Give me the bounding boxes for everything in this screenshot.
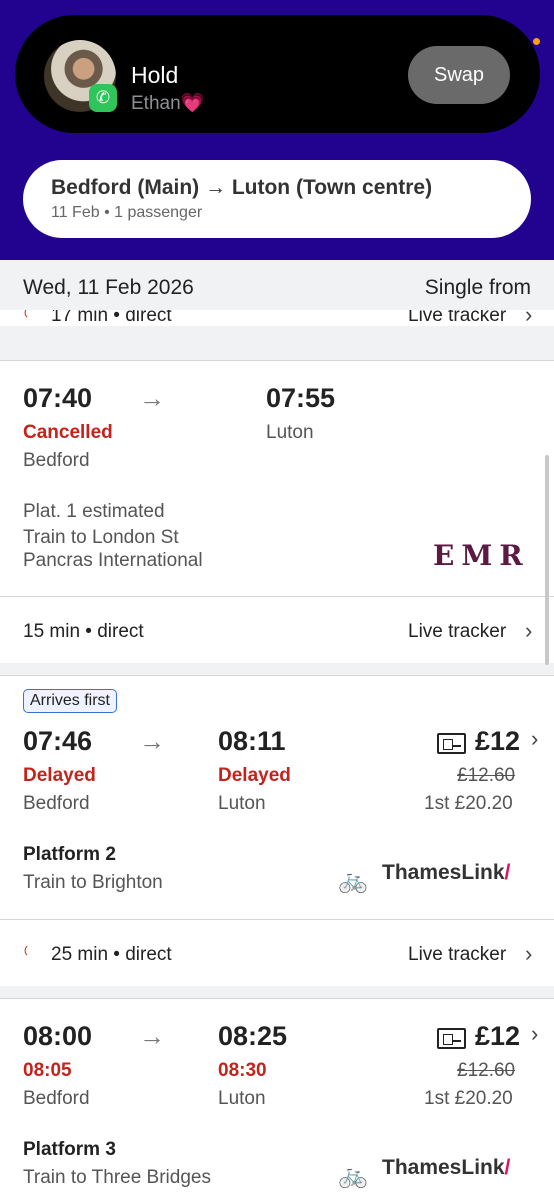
- arrow-right-icon: →: [139, 383, 165, 413]
- scrollbar[interactable]: [545, 455, 549, 665]
- bike-icon: 🚲: [338, 867, 368, 894]
- emr-logo: EMR: [433, 539, 530, 572]
- arrow-right-icon: →: [139, 1021, 165, 1051]
- first-class-price: 1st £20.20: [424, 793, 513, 814]
- swap-button[interactable]: Swap: [408, 46, 510, 104]
- train-destination: Train to London St: [23, 527, 179, 548]
- card-gap: [0, 326, 554, 360]
- journey-card[interactable]: 08:00 → 08:25 £12 › 08:05 08:30 £12.60 B…: [0, 999, 554, 1200]
- departure-station: Bedford: [23, 450, 90, 471]
- train-destination-cont: Pancras International: [23, 550, 203, 571]
- journey-footer[interactable]: 15 min • direct Live tracker ›: [0, 597, 554, 663]
- thameslink-logo: ThamesLink/: [382, 1156, 511, 1179]
- journey-duration: 15 min • direct: [23, 621, 144, 642]
- privacy-indicator: [533, 38, 540, 45]
- header: ✆ Hold Ethan💗 Swap Bedford (Main) → Luto…: [0, 0, 554, 260]
- caller-name: Ethan💗: [131, 93, 205, 114]
- arrow-right-icon: →: [139, 726, 165, 756]
- chevron-right-icon: ›: [525, 941, 533, 966]
- platform-info: Plat. 1 estimated: [23, 501, 165, 522]
- arrival-station: Luton: [266, 422, 314, 443]
- live-tracker-link[interactable]: Live tracker: [408, 944, 506, 966]
- departure-time: 08:00: [23, 1021, 93, 1051]
- departure-station: Bedford: [23, 793, 90, 814]
- search-summary[interactable]: Bedford (Main) → Luton (Town centre) 11 …: [23, 160, 531, 238]
- arrival-station: Luton: [218, 1088, 266, 1109]
- fare-price: £12: [475, 726, 521, 756]
- ticket-icon: [437, 1028, 466, 1049]
- journey-footer[interactable]: ◜ 25 min • direct Live tracker ›: [0, 920, 554, 986]
- call-status: Hold: [131, 62, 179, 88]
- arrival-station: Luton: [218, 793, 266, 814]
- date-bar: Wed, 11 Feb 2026 Single from: [0, 260, 554, 310]
- departure-time: 07:40: [23, 383, 93, 413]
- arrives-first-badge: Arrives first: [23, 689, 117, 713]
- departure-status: Cancelled: [23, 422, 113, 443]
- bike-icon: 🚲: [338, 1162, 368, 1189]
- departure-status: Delayed: [23, 765, 96, 786]
- original-price: £12.60: [457, 1060, 516, 1081]
- thameslink-logo: ThamesLink/: [382, 861, 511, 884]
- arrival-status: Delayed: [218, 765, 291, 786]
- first-class-price: 1st £20.20: [424, 1088, 513, 1109]
- departure-station: Bedford: [23, 1088, 90, 1109]
- journey-card[interactable]: Arrives first 07:46 → 08:11 £12 › Delaye…: [0, 676, 554, 919]
- card-gap: [0, 986, 554, 998]
- route-details: 11 Feb • 1 passenger: [51, 204, 203, 221]
- chevron-right-icon[interactable]: ›: [531, 726, 538, 752]
- arrival-time: 08:11: [218, 726, 286, 756]
- departure-time: 07:46: [23, 726, 93, 756]
- ticket-icon: [437, 733, 466, 754]
- train-destination: Train to Three Bridges: [23, 1167, 211, 1188]
- live-icon: ◜: [18, 310, 38, 324]
- chevron-right-icon: ›: [525, 618, 533, 643]
- live-icon: ◜: [18, 942, 38, 962]
- journey-duration: 25 min • direct: [51, 944, 172, 965]
- train-destination: Train to Brighton: [23, 872, 163, 893]
- platform-info: Platform 3: [23, 1139, 116, 1160]
- chevron-right-icon[interactable]: ›: [531, 1021, 538, 1047]
- phone-icon: ✆: [89, 84, 117, 112]
- live-tracker-link[interactable]: Live tracker: [408, 310, 506, 327]
- arrival-time: 07:55: [266, 383, 336, 413]
- journey-date: Wed, 11 Feb 2026: [23, 276, 194, 299]
- fare-price: £12: [475, 1021, 521, 1051]
- journey-card[interactable]: 07:40 → 07:55 Cancelled Luton Bedford Pl…: [0, 361, 554, 596]
- fare-type-label: Single from: [424, 276, 531, 299]
- expected-departure: 08:05: [23, 1060, 72, 1081]
- original-price: £12.60: [457, 765, 516, 786]
- route-title: Bedford (Main) → Luton (Town centre): [51, 176, 433, 199]
- card-gap: [0, 663, 554, 675]
- platform-info: Platform 2: [23, 844, 116, 865]
- journey-duration: 17 min • direct: [51, 310, 172, 326]
- expected-arrival: 08:30: [218, 1060, 267, 1081]
- arrival-time: 08:25: [218, 1021, 288, 1051]
- live-tracker-link[interactable]: Live tracker: [408, 621, 506, 643]
